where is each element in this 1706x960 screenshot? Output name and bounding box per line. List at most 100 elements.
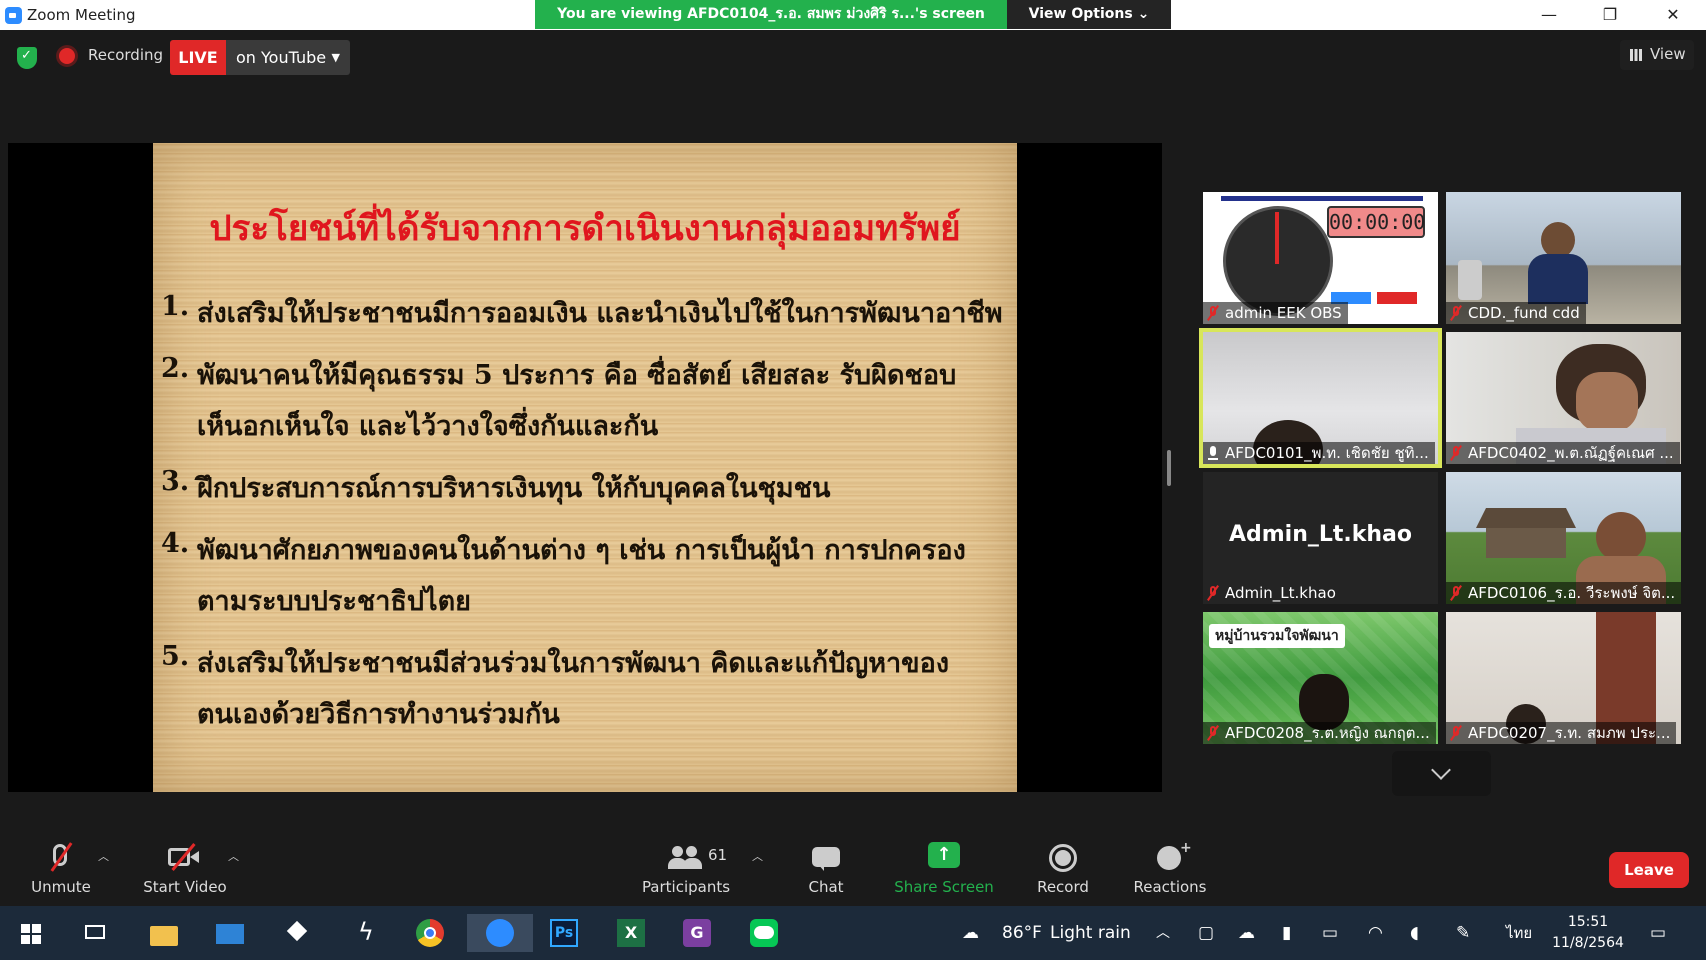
chat-label: Chat [808, 878, 844, 896]
close-icon[interactable]: ✕ [1650, 0, 1696, 30]
language-indicator[interactable]: ไทย [1506, 906, 1532, 960]
item-text: ตนเองด้วยวิธีการทำงานร่วมกัน [197, 699, 560, 730]
mic-icon [1207, 446, 1219, 460]
person-head [1596, 512, 1646, 562]
participant-tile[interactable]: AFDC0106_ร.อ. วีระพงษ์ จิต... [1446, 472, 1681, 604]
participant-name: Admin_Lt.khao [1203, 582, 1342, 604]
chrome-icon[interactable] [411, 914, 449, 952]
clock-time: 15:51 [1567, 914, 1609, 930]
pdf-app-icon[interactable]: G [678, 914, 716, 952]
live-stream-dropdown[interactable]: on YouTube ▼ [226, 40, 350, 75]
gallery-scroll-down-button[interactable] [1392, 751, 1491, 796]
participants-options-caret-icon[interactable]: ︿ [752, 848, 763, 864]
photoshop-icon[interactable]: Ps [545, 914, 583, 952]
weather-temperature[interactable]: 86°F [1002, 906, 1042, 960]
line-app-icon[interactable] [745, 914, 783, 952]
item-text: ส่งเสริมให้ประชาชนมีส่วนร่วมในการพัฒนา ค… [197, 648, 950, 679]
wifi-icon[interactable]: ◠ [1368, 906, 1383, 960]
participant-name-text: AFDC0101_พ.ท. เชิดชัย ชูทิ... [1225, 444, 1429, 462]
stopwatch-time: 00:00:00 [1327, 206, 1425, 238]
view-label: View [1650, 45, 1686, 63]
notification-icon[interactable]: ▭ [1650, 906, 1666, 960]
audio-options-caret-icon[interactable]: ︿ [98, 848, 109, 864]
participant-tile[interactable]: Admin_Lt.khao Admin_Lt.khao [1203, 472, 1438, 604]
battery-icon[interactable]: ▭ [1322, 906, 1338, 960]
reactions-button[interactable]: + Reactions [1130, 840, 1210, 896]
zoom-taskbar-icon[interactable] [467, 914, 533, 952]
volume-icon[interactable]: ◖ [1410, 906, 1419, 960]
leave-button[interactable]: Leave [1609, 852, 1689, 888]
microphone-icon[interactable]: ▮ [1282, 906, 1291, 960]
video-options-caret-icon[interactable]: ︿ [228, 848, 239, 864]
chat-button[interactable]: Chat [800, 842, 852, 896]
participant-tile[interactable]: CDD._fund cdd [1446, 192, 1681, 324]
participants-button[interactable]: 61 Participants [638, 842, 734, 896]
view-options-button[interactable]: View Options ⌄ [1007, 0, 1171, 29]
share-screen-button[interactable]: ↑ Share Screen [894, 842, 994, 896]
participant-name-text: AFDC0208_ร.ต.หญิง ณกฤต... [1225, 724, 1430, 742]
shared-screen: ประโยชน์ที่ได้รับจากการดำเนินงานกลุ่มออม… [8, 143, 1162, 792]
recording-label[interactable]: Recording [88, 46, 163, 64]
record-button[interactable]: Record [1030, 842, 1096, 896]
participant-tile[interactable]: AFDC0402_พ.ต.ณัฏฐ์คเณศ ... [1446, 332, 1681, 464]
meet-now-icon[interactable]: ▢ [1198, 906, 1214, 960]
participant-name: AFDC0101_พ.ท. เชิดชัย ชูทิ... [1203, 442, 1435, 464]
pen-icon[interactable]: ✎ [1456, 906, 1470, 960]
view-layout-button[interactable]: View [1620, 40, 1694, 70]
muted-mic-icon [1450, 586, 1462, 600]
presentation-slide: ประโยชน์ที่ได้รับจากการดำเนินงานกลุ่มออม… [153, 143, 1017, 792]
mail-icon[interactable] [211, 914, 249, 952]
participant-tile[interactable]: หมู่บ้านรวมใจพัฒนา AFDC0208_ร.ต.หญิง ณกฤ… [1203, 612, 1438, 744]
participants-icon: 61 [638, 842, 734, 876]
start-video-button[interactable]: Start Video [138, 842, 232, 896]
onedrive-cloud-icon[interactable]: ☁ [1238, 906, 1255, 960]
minimize-icon[interactable]: — [1526, 0, 1572, 30]
restore-icon[interactable]: ❐ [1587, 0, 1633, 30]
record-icon [1030, 842, 1096, 876]
item-text: ฝึกประสบการณ์การบริหารเงินทุน ให้กับบุคค… [197, 473, 831, 504]
task-view-icon[interactable] [76, 914, 114, 952]
stopwatch-banner [1221, 196, 1423, 201]
person-head [1541, 222, 1575, 258]
muted-mic-icon [1207, 306, 1219, 320]
muted-microphone-icon [22, 842, 100, 876]
background-caption: หมู่บ้านรวมใจพัฒนา [1209, 624, 1345, 648]
participant-name: CDD._fund cdd [1446, 302, 1586, 324]
house-wall [1486, 528, 1566, 558]
participant-name-text: Admin_Lt.khao [1225, 584, 1336, 602]
participant-tile-active-speaker[interactable]: AFDC0101_พ.ท. เชิดชัย ชูทิ... [1203, 332, 1438, 464]
tray-expand-icon[interactable]: ︿ [1156, 906, 1170, 960]
security-shield-icon[interactable] [17, 47, 37, 69]
live-target-label: on YouTube [236, 48, 327, 67]
smiley-plus-icon: + [1130, 840, 1210, 876]
meeting-top-bar: Recording LIVE on YouTube ▼ View [0, 30, 1706, 116]
participant-name: AFDC0207_ร.ท. สมภพ ประ... [1446, 722, 1677, 744]
muted-mic-icon [1450, 446, 1462, 460]
muted-mic-icon [1450, 306, 1462, 320]
splitter-handle[interactable] [1167, 450, 1171, 486]
windows-start-icon[interactable] [13, 914, 51, 952]
participant-name: admin EEK OBS [1203, 302, 1348, 324]
participants-label: Participants [641, 878, 731, 896]
weather-cloud-icon[interactable]: ☁ [962, 906, 979, 960]
muted-mic-icon [1207, 586, 1219, 600]
video-off-icon [138, 842, 232, 876]
windows-taskbar: ϟ Ps X G ☁ 86°F Light rain ︿ ▢ ☁ ▮ ▭ ◠ ◖… [0, 906, 1706, 960]
share-screen-icon: ↑ [894, 842, 994, 876]
participant-name: AFDC0106_ร.อ. วีระพงษ์ จิต... [1446, 582, 1681, 604]
lightning-app-icon[interactable]: ϟ [346, 914, 384, 952]
participants-count: 61 [708, 846, 728, 864]
file-explorer-icon[interactable] [145, 914, 183, 952]
dropbox-icon[interactable] [278, 914, 316, 952]
participant-display-name: Admin_Lt.khao [1228, 522, 1413, 547]
excel-icon[interactable]: X [612, 914, 650, 952]
taskbar-clock[interactable]: 15:51 11/8/2564 [1548, 912, 1628, 954]
participant-tile[interactable]: 00:00:00 admin EEK OBS [1203, 192, 1438, 324]
chat-bubble-icon [800, 842, 852, 876]
unmute-button[interactable]: Unmute [22, 842, 100, 896]
participant-tile[interactable]: AFDC0207_ร.ท. สมภพ ประ... [1446, 612, 1681, 744]
item-text: เห็นอกเห็นใจ และไว้วางใจซึ่งกันและกัน [197, 411, 659, 442]
participant-name-text: AFDC0402_พ.ต.ณัฏฐ์คเณศ ... [1468, 444, 1674, 462]
weather-description[interactable]: Light rain [1050, 906, 1131, 960]
live-badge: LIVE [170, 40, 226, 75]
